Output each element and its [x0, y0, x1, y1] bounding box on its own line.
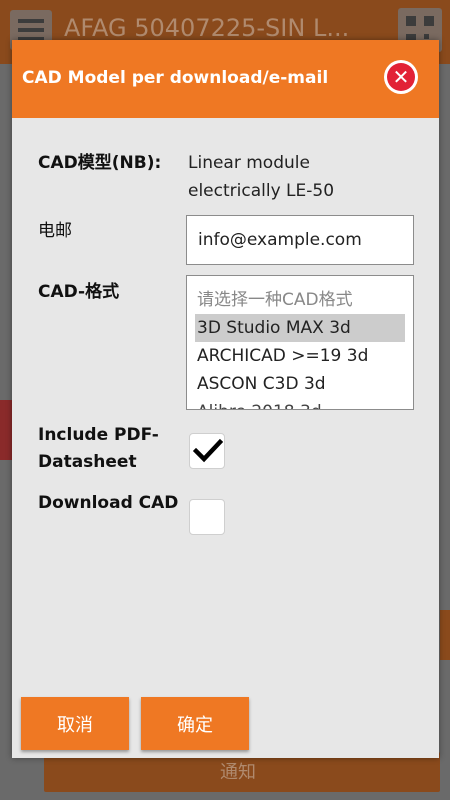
dialog-header: CAD Model per download/e-mail ✕ [12, 40, 439, 118]
include-pdf-label-line1: Include PDF- [38, 425, 159, 445]
close-icon: ✕ [387, 63, 415, 91]
format-option[interactable]: ASCON C3D 3d [187, 370, 405, 398]
include-pdf-label-line2: Datasheet [38, 452, 137, 472]
background-app-title: AFAG 50407225-SIN L... [64, 14, 350, 42]
format-label: CAD-格式 [38, 282, 120, 302]
cancel-button[interactable]: 取消 [21, 697, 129, 750]
include-pdf-checkbox[interactable] [189, 433, 225, 469]
close-button[interactable]: ✕ [384, 60, 418, 94]
checkmark-icon [193, 438, 223, 463]
format-option[interactable]: Alibre 2018 3d [187, 398, 405, 409]
background-right-tab [440, 610, 450, 660]
model-value-line1: Linear module [188, 153, 310, 173]
background-notify-button: 通知 [44, 752, 440, 792]
format-option[interactable]: ARCHICAD >=19 3d [187, 342, 405, 370]
cad-format-list[interactable]: 请选择一种CAD格式 3D Studio MAX 3d ARCHICAD >=1… [186, 275, 414, 410]
ok-button[interactable]: 确定 [141, 697, 249, 750]
download-cad-checkbox[interactable] [189, 499, 225, 535]
background-side-tab [0, 400, 12, 460]
model-label: CAD模型(NB): [38, 153, 162, 173]
format-option-placeholder[interactable]: 请选择一种CAD格式 [187, 286, 405, 314]
download-cad-label: Download CAD [38, 493, 179, 513]
background-notify-label: 通知 [220, 762, 256, 783]
email-field[interactable] [186, 215, 414, 265]
email-label: 电邮 [38, 221, 72, 241]
format-option[interactable]: 3D Studio MAX 3d [195, 314, 405, 342]
cad-model-dialog: CAD Model per download/e-mail ✕ CAD模型(NB… [12, 40, 439, 758]
model-value-line2: electrically LE-50 [188, 181, 335, 201]
dialog-title: CAD Model per download/e-mail [22, 68, 329, 88]
